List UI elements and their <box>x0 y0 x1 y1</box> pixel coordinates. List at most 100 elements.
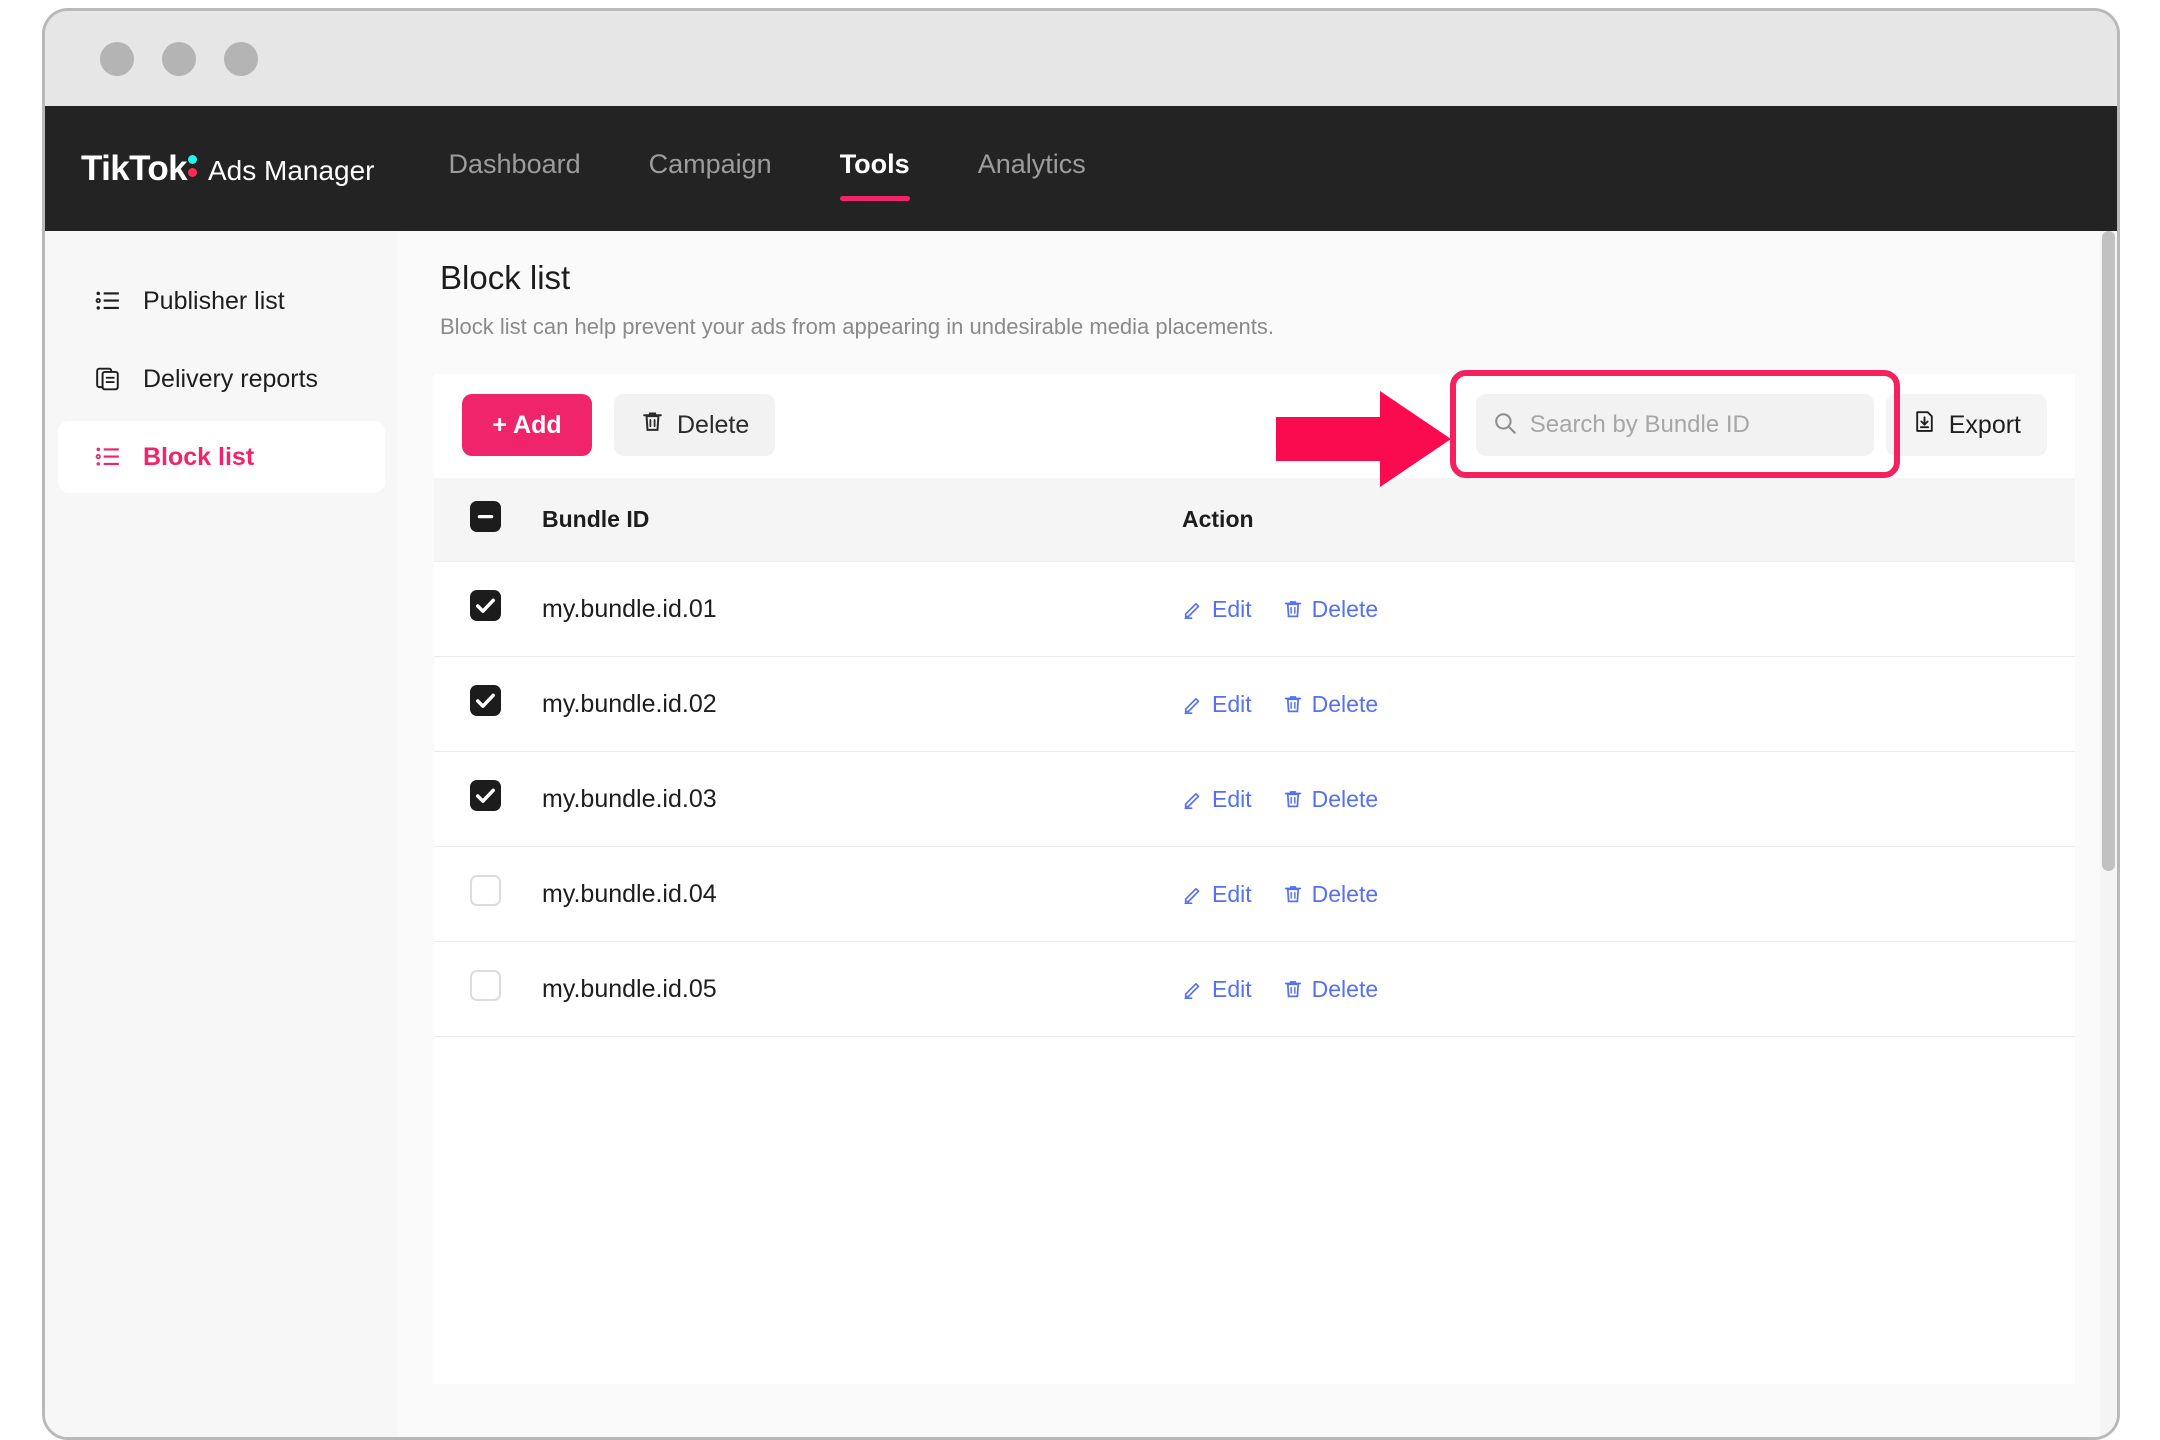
document-copy-icon <box>95 366 121 392</box>
maximize-window-button[interactable] <box>224 41 258 76</box>
nav-items: Dashboard Campaign Tools Analytics <box>449 149 1086 201</box>
block-list-table: Bundle ID Action my.bundle.id.01 Edit De… <box>434 478 2075 1037</box>
table-row: my.bundle.id.05 Edit Delete <box>434 941 2075 1037</box>
edit-link-label: Edit <box>1212 595 1252 622</box>
row-checkbox[interactable] <box>470 685 501 716</box>
row-actions: Edit Delete <box>1182 976 2075 1003</box>
row-checkbox[interactable] <box>470 970 501 1001</box>
pencil-icon <box>1184 887 1200 904</box>
sidebar: Publisher list Delivery reports Block li… <box>45 231 398 1437</box>
browser-window: TikTok Ads Manager Dashboard Campaign To… <box>42 8 2120 1440</box>
edit-link-label: Edit <box>1212 690 1252 717</box>
delete-link[interactable]: Delete <box>1282 691 1378 718</box>
delete-link[interactable]: Delete <box>1282 786 1378 813</box>
edit-link[interactable]: Edit <box>1182 976 1252 1003</box>
main-content: Block list Block list can help prevent y… <box>398 231 2117 1437</box>
tab-dashboard[interactable]: Dashboard <box>449 149 581 189</box>
pencil-icon <box>1184 697 1200 714</box>
delete-link-label: Delete <box>1311 690 1379 717</box>
delete-link-label: Delete <box>1311 595 1379 622</box>
app-body: Publisher list Delivery reports Block li… <box>45 231 2117 1437</box>
table-toolbar: + Add Delete Search by Bundle ID Export <box>434 370 2075 487</box>
export-document-icon <box>1912 409 1937 441</box>
edit-link[interactable]: Edit <box>1182 596 1252 623</box>
delete-button[interactable]: Delete <box>614 394 776 456</box>
column-header-action[interactable]: Action <box>1182 478 2075 562</box>
row-actions: Edit Delete <box>1182 786 2075 813</box>
pencil-icon <box>1184 982 1200 999</box>
cell-bundle-id: my.bundle.id.01 <box>542 561 1182 657</box>
search-icon <box>1492 410 1518 441</box>
table-row: my.bundle.id.04 Edit Delete <box>434 846 2075 942</box>
delete-link-label: Delete <box>1311 785 1379 812</box>
sidebar-item-block-list[interactable]: Block list <box>58 421 385 493</box>
page-header: Block list Block list can help prevent y… <box>398 259 2117 340</box>
pencil-icon <box>1184 792 1200 809</box>
trash-icon <box>1284 886 1301 903</box>
tiktok-colon-icon <box>187 153 201 179</box>
scrollbar-thumb[interactable] <box>2102 231 2115 871</box>
ordered-list-icon <box>95 288 121 314</box>
cell-bundle-id: my.bundle.id.04 <box>542 846 1182 942</box>
row-actions: Edit Delete <box>1182 691 2075 718</box>
delete-link-label: Delete <box>1311 880 1379 907</box>
edit-link[interactable]: Edit <box>1182 691 1252 718</box>
delete-link[interactable]: Delete <box>1282 881 1378 908</box>
close-window-button[interactable] <box>100 41 134 76</box>
sidebar-item-label: Block list <box>143 442 255 471</box>
trash-icon <box>1284 791 1301 808</box>
trash-icon <box>1284 601 1301 618</box>
edit-link-label: Edit <box>1212 785 1252 812</box>
table-row: my.bundle.id.02 Edit Delete <box>434 656 2075 752</box>
delete-link-label: Delete <box>1311 975 1379 1002</box>
column-header-bundle-id[interactable]: Bundle ID <box>542 478 1182 562</box>
search-container <box>1275 370 1900 487</box>
table-row: my.bundle.id.01 Edit Delete <box>434 561 2075 657</box>
row-checkbox[interactable] <box>470 590 501 621</box>
block-list-card: + Add Delete Search by Bundle ID Export … <box>434 370 2075 1384</box>
search-input[interactable] <box>1529 411 1858 439</box>
page-description: Block list can help prevent your ads fro… <box>440 314 1275 339</box>
row-checkbox[interactable] <box>470 875 501 906</box>
tiktok-wordmark: TikTok <box>81 148 188 188</box>
ordered-list-icon <box>95 444 121 470</box>
select-all-checkbox[interactable] <box>470 501 501 532</box>
pointer-arrow-annotation <box>1275 391 1451 487</box>
row-actions: Edit Delete <box>1182 596 2075 623</box>
trash-icon <box>640 409 665 441</box>
top-navigation-bar: TikTok Ads Manager Dashboard Campaign To… <box>45 106 2117 231</box>
brand-subtitle: Ads Manager <box>207 154 375 186</box>
row-actions: Edit Delete <box>1182 881 2075 908</box>
table-header-row: Bundle ID Action <box>434 478 2075 562</box>
window-scrollbar[interactable] <box>2100 231 2117 1437</box>
minimize-window-button[interactable] <box>162 41 196 76</box>
select-all-header-cell <box>434 478 542 562</box>
page-title: Block list <box>440 259 571 296</box>
delete-link[interactable]: Delete <box>1282 976 1378 1003</box>
table-header: Bundle ID Action <box>434 478 2075 562</box>
sidebar-item-publisher-list[interactable]: Publisher list <box>58 265 385 337</box>
tab-tools[interactable]: Tools <box>839 149 910 201</box>
delete-link[interactable]: Delete <box>1282 596 1378 623</box>
pencil-icon <box>1184 602 1200 619</box>
tab-campaign[interactable]: Campaign <box>649 149 772 189</box>
add-button[interactable]: + Add <box>462 394 592 456</box>
row-checkbox[interactable] <box>470 780 501 811</box>
cell-bundle-id: my.bundle.id.03 <box>542 751 1182 847</box>
sidebar-item-delivery-reports[interactable]: Delivery reports <box>58 343 385 415</box>
table-row: my.bundle.id.03 Edit Delete <box>434 751 2075 847</box>
export-button[interactable]: Export <box>1885 394 2047 456</box>
edit-link[interactable]: Edit <box>1182 881 1252 908</box>
edit-link-label: Edit <box>1212 975 1252 1002</box>
cell-bundle-id: my.bundle.id.02 <box>542 656 1182 752</box>
delete-button-label: Delete <box>677 410 750 439</box>
table-body: my.bundle.id.01 Edit Delete my.bundle.id… <box>434 561 2075 1037</box>
brand-logo[interactable]: TikTok Ads Manager <box>81 149 375 189</box>
trash-icon <box>1284 981 1301 998</box>
window-titlebar <box>45 11 2117 106</box>
edit-link-label: Edit <box>1212 880 1252 907</box>
trash-icon <box>1284 696 1301 713</box>
tab-analytics[interactable]: Analytics <box>978 149 1086 189</box>
sidebar-item-label: Publisher list <box>143 286 285 315</box>
edit-link[interactable]: Edit <box>1182 786 1252 813</box>
